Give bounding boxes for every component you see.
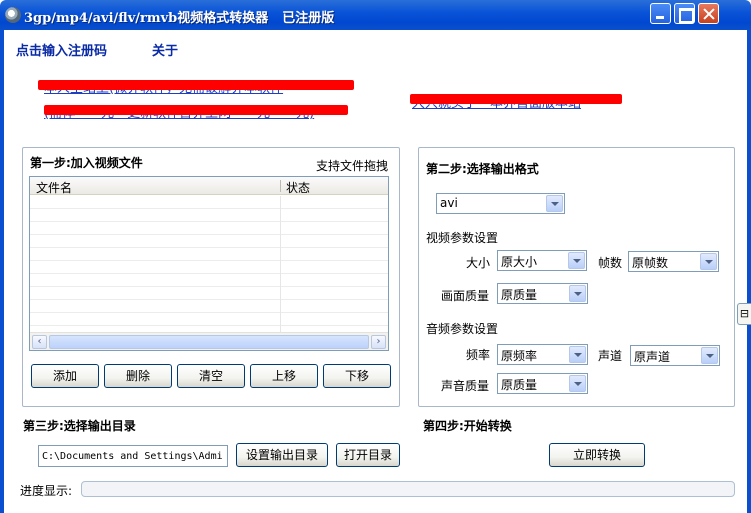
audio-section-label: 音频参数设置 [426, 322, 499, 336]
redaction-bar-2 [44, 105, 348, 115]
progress-bar [81, 481, 735, 497]
chevron-down-icon[interactable] [701, 347, 718, 364]
clear-button[interactable]: 清空 [177, 364, 245, 388]
step4-title: 第四步:开始转换 [423, 419, 512, 433]
maximize-button[interactable] [674, 3, 695, 24]
window-title: 3gp/mp4/avi/flv/rmvb视频格式转换器 已注册版 [24, 7, 334, 26]
chevron-down-icon[interactable] [546, 195, 563, 212]
column-filename[interactable]: 文件名 [36, 179, 72, 196]
quality-label: 画面质量 [441, 289, 490, 303]
file-list[interactable]: 文件名 状态 ‹ › [29, 176, 389, 351]
app-title: 3gp/mp4/avi/flv/rmvb视频格式转换器 [24, 11, 269, 26]
drag-hint: 支持文件拖拽 [316, 159, 389, 173]
audio-quality-label: 声音质量 [441, 379, 490, 393]
redaction-bar-3 [410, 94, 622, 104]
add-button[interactable]: 添加 [31, 364, 99, 388]
minimize-button[interactable] [650, 3, 671, 24]
column-divider [280, 196, 281, 332]
chevron-down-icon[interactable] [568, 252, 585, 269]
register-code-menu[interactable]: 点击输入注册码 [16, 40, 107, 59]
frequency-label: 频率 [466, 348, 491, 362]
column-status[interactable]: 状态 [286, 179, 310, 196]
progress-label: 进度显示: [20, 484, 73, 498]
fps-label: 帧数 [598, 256, 623, 270]
size-value: 原大小 [501, 255, 538, 269]
size-select[interactable]: 原大小 [497, 250, 587, 271]
channel-select[interactable]: 原声道 [630, 345, 720, 366]
frequency-select[interactable]: 原频率 [497, 344, 588, 365]
side-expand-button[interactable]: ⊟ [737, 303, 751, 325]
step2-title: 第二步:选择输出格式 [426, 162, 539, 176]
column-separator[interactable] [280, 180, 281, 192]
format-select[interactable]: avi [436, 193, 565, 214]
chevron-down-icon[interactable] [569, 285, 586, 302]
chevron-down-icon[interactable] [569, 375, 586, 392]
move-up-button[interactable]: 上移 [250, 364, 318, 388]
audio-quality-select[interactable]: 原质量 [497, 373, 588, 394]
output-path-field[interactable] [38, 445, 228, 467]
title-bar: 3gp/mp4/avi/flv/rmvb视频格式转换器 已注册版 [0, 0, 751, 30]
horizontal-scrollbar[interactable]: ‹ › [30, 332, 388, 350]
window-frame-right [747, 30, 751, 513]
arrow-left-icon[interactable]: ‹ [32, 335, 47, 349]
step3-title: 第三步:选择输出目录 [23, 419, 136, 433]
output-path-input[interactable] [39, 446, 227, 466]
open-dir-button[interactable]: 打开目录 [336, 443, 400, 467]
chevron-down-icon[interactable] [700, 253, 717, 270]
quality-select[interactable]: 原质量 [497, 283, 588, 304]
convert-button[interactable]: 立即转换 [549, 443, 645, 467]
format-value: avi [440, 196, 458, 210]
set-output-dir-button[interactable]: 设置输出目录 [236, 443, 328, 467]
video-section-label: 视频参数设置 [426, 231, 499, 245]
scrollbar-thumb[interactable] [49, 335, 369, 349]
registration-status: 已注册版 [282, 11, 335, 26]
channel-label: 声道 [598, 349, 623, 363]
redaction-bar-1 [38, 80, 354, 90]
fps-select[interactable]: 原帧数 [628, 251, 719, 272]
arrow-right-icon[interactable]: › [371, 335, 386, 349]
film-reel-icon[interactable] [5, 7, 21, 23]
chevron-down-icon[interactable] [569, 346, 586, 363]
about-menu[interactable]: 关于 [152, 40, 178, 59]
fps-value: 原帧数 [632, 256, 669, 270]
size-label: 大小 [466, 256, 491, 270]
audio-quality-value: 原质量 [501, 378, 538, 392]
delete-button[interactable]: 删除 [104, 364, 172, 388]
quality-value: 原质量 [501, 288, 538, 302]
step1-title: 第一步:加入视频文件 [30, 156, 143, 170]
file-list-rows[interactable] [30, 196, 388, 332]
file-list-header: 文件名 状态 [30, 177, 388, 195]
move-down-button[interactable]: 下移 [323, 364, 391, 388]
step2-group [418, 147, 735, 407]
frequency-value: 原频率 [501, 349, 538, 363]
channel-value: 原声道 [634, 350, 671, 364]
close-button[interactable] [698, 3, 719, 24]
